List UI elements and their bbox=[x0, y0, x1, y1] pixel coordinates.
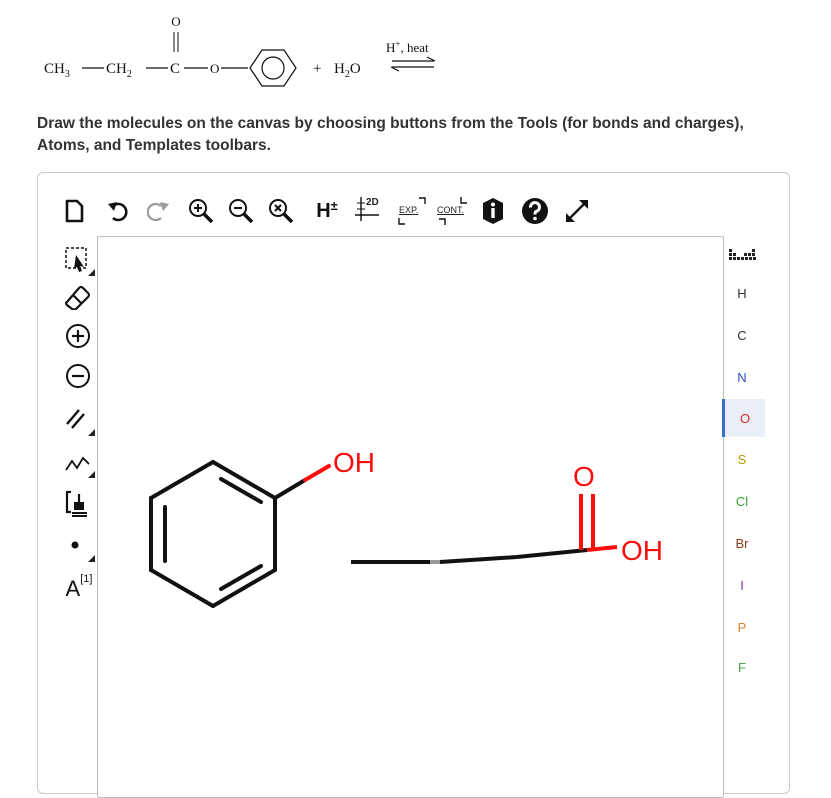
help-icon bbox=[522, 198, 548, 224]
molecule-drawing: OH O OH bbox=[149, 447, 663, 608]
atom-symbol: Br bbox=[735, 535, 749, 551]
reaction-equation: O CH3 CH2 C O + H2O H+, heat bbox=[44, 14, 436, 87]
fullscreen-button[interactable] bbox=[560, 194, 594, 228]
carbonyl-carbon: C bbox=[170, 61, 180, 77]
atom-symbol: Cl bbox=[735, 493, 749, 509]
contract-button[interactable]: CONT. bbox=[434, 194, 472, 228]
atom-button-c[interactable]: C bbox=[722, 316, 762, 354]
zoom-out-icon bbox=[229, 199, 254, 224]
radical-tool-expand-icon bbox=[88, 555, 95, 562]
water: H2O bbox=[334, 61, 361, 80]
ch3-group: CH3 bbox=[44, 61, 70, 80]
select-tool-expand-icon bbox=[88, 269, 95, 276]
atom-label-tool-button[interactable]: A [1] bbox=[61, 572, 97, 606]
redo-button[interactable] bbox=[146, 198, 172, 224]
chain-tool-button[interactable] bbox=[61, 444, 95, 478]
atom-button-h[interactable]: H bbox=[722, 274, 762, 312]
benzene-ring bbox=[249, 49, 297, 87]
atom-button-p[interactable]: P bbox=[722, 608, 762, 646]
clean-2d-label: 2D bbox=[366, 197, 379, 208]
atom-button-cl[interactable]: Cl bbox=[722, 482, 762, 520]
instructions-line-1: Draw the molecules on the canvas by choo… bbox=[37, 115, 744, 132]
phenol-hydroxyl: OH bbox=[333, 447, 375, 478]
document-icon bbox=[65, 199, 84, 223]
undo-icon bbox=[108, 202, 128, 222]
negative-charge-button[interactable] bbox=[61, 360, 95, 392]
atom-button-o[interactable]: O bbox=[722, 399, 765, 437]
info-icon bbox=[483, 198, 503, 224]
atom-button-s[interactable]: S bbox=[722, 440, 762, 478]
atom-symbol: O bbox=[739, 410, 751, 426]
atom-button-f[interactable]: F bbox=[722, 648, 762, 686]
phenol-molecule: OH bbox=[149, 447, 375, 608]
zoom-in-icon bbox=[189, 199, 214, 224]
carbonyl-oxygen: O bbox=[171, 14, 180, 29]
atom-symbol: S bbox=[737, 451, 747, 467]
bond-tool-expand-icon bbox=[88, 429, 95, 436]
chain-tool-expand-icon bbox=[88, 471, 95, 478]
periodic-table-button[interactable] bbox=[722, 238, 762, 272]
eraser-icon bbox=[64, 285, 91, 310]
erase-tool-button[interactable] bbox=[61, 280, 95, 312]
atom-symbol: N bbox=[737, 369, 747, 385]
carbonyl-oxygen-label: O bbox=[573, 461, 595, 492]
fullscreen-icon bbox=[566, 200, 588, 222]
expand-label: EXP. bbox=[399, 205, 419, 215]
atom-symbol: I bbox=[740, 577, 744, 593]
expand-button[interactable]: EXP. bbox=[394, 194, 430, 228]
acid-hydroxyl: OH bbox=[621, 535, 663, 566]
atom-symbol: C bbox=[737, 327, 747, 343]
new-document-button[interactable] bbox=[61, 196, 87, 226]
undo-button[interactable] bbox=[106, 198, 132, 224]
bond-tool-button[interactable] bbox=[61, 402, 95, 436]
atom-symbol: H bbox=[737, 285, 747, 301]
atom-button-i[interactable]: I bbox=[722, 566, 762, 604]
atom-label-sup: [1] bbox=[80, 573, 93, 585]
template-tool-button[interactable] bbox=[61, 486, 95, 520]
atom-button-n[interactable]: N bbox=[722, 358, 762, 396]
help-button[interactable] bbox=[520, 196, 550, 226]
atom-button-br[interactable]: Br bbox=[722, 524, 762, 562]
zoom-reset-button[interactable] bbox=[266, 196, 296, 226]
zoom-reset-icon bbox=[269, 199, 294, 224]
clean-2d-button[interactable]: 2D bbox=[352, 194, 386, 226]
equilibrium-arrow bbox=[390, 56, 436, 72]
periodic-table-icon bbox=[729, 249, 756, 260]
contract-label: CONT. bbox=[437, 205, 464, 215]
atom-symbol: F bbox=[738, 659, 746, 675]
select-tool-button[interactable] bbox=[61, 244, 95, 276]
atom-label-letter: A bbox=[65, 576, 81, 601]
add-hydrogens-sup: ± bbox=[330, 197, 338, 213]
plus-charge-icon bbox=[66, 324, 90, 348]
zoom-in-button[interactable] bbox=[186, 196, 216, 226]
instructions: Draw the molecules on the canvas by choo… bbox=[37, 113, 831, 157]
radical-tool-button[interactable] bbox=[61, 528, 95, 562]
redo-icon bbox=[147, 202, 169, 222]
instructions-line-2: Atoms, and Templates toolbars. bbox=[37, 137, 271, 154]
ch2-group: CH2 bbox=[106, 61, 132, 80]
reaction-conditions: H+, heat bbox=[386, 39, 429, 55]
add-hydrogens-button[interactable]: H ± bbox=[306, 196, 348, 226]
positive-charge-button[interactable] bbox=[61, 320, 95, 352]
minus-charge-icon bbox=[66, 364, 90, 388]
plus-sign: + bbox=[313, 61, 321, 77]
zoom-out-button[interactable] bbox=[226, 196, 256, 226]
propanoic-acid-molecule: O OH bbox=[351, 461, 663, 566]
info-button[interactable] bbox=[480, 196, 506, 226]
add-hydrogens-label: H bbox=[316, 199, 331, 222]
bracket-template-icon bbox=[65, 490, 87, 517]
ester-oxygen: O bbox=[210, 61, 219, 76]
atom-symbol: P bbox=[737, 619, 747, 635]
